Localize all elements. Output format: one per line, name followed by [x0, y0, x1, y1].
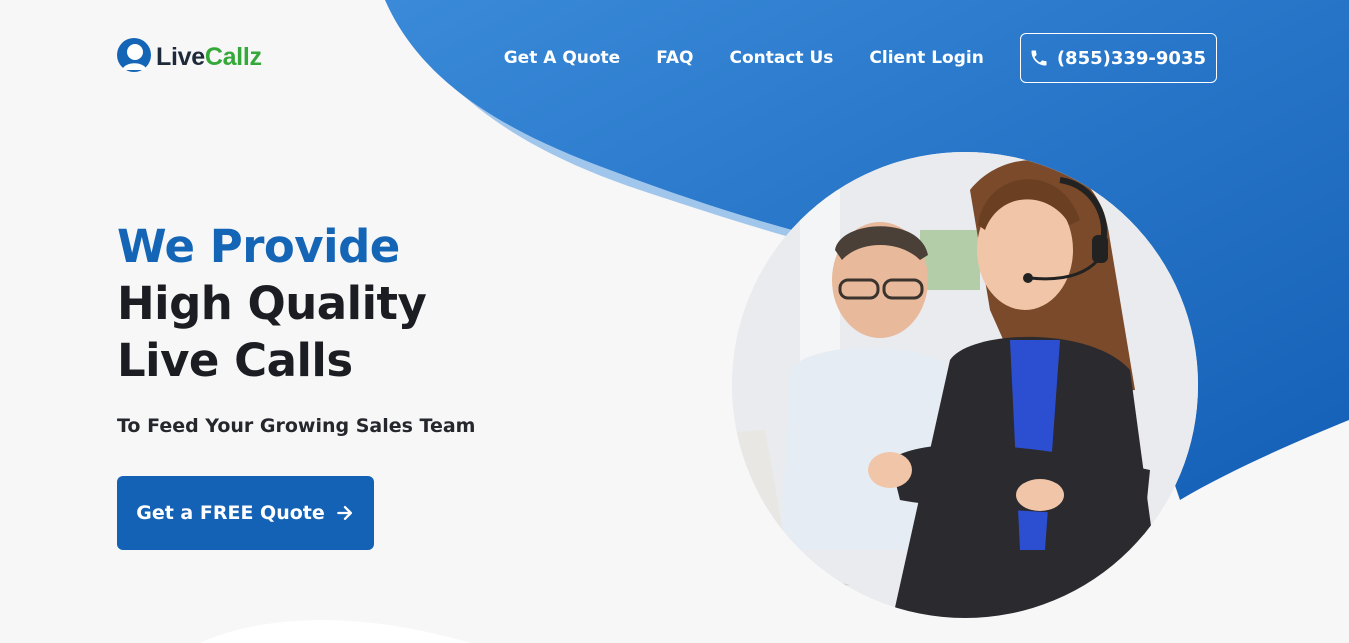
- arrow-right-icon: [336, 506, 352, 520]
- main-nav: Get A Quote FAQ Contact Us Client Login …: [504, 33, 1217, 83]
- get-free-quote-button[interactable]: Get a FREE Quote: [117, 476, 374, 550]
- hero-line-1: We Provide: [117, 220, 400, 273]
- logo[interactable]: LiveCallz: [116, 37, 262, 77]
- logo-text-callz: Callz: [204, 42, 262, 71]
- phone-button[interactable]: (855)339-9035: [1019, 33, 1217, 83]
- hero-line-2: High Quality: [117, 277, 427, 330]
- logo-text-live: Live: [156, 42, 205, 71]
- nav-client-login[interactable]: Client Login: [869, 48, 983, 68]
- headset-person-icon: [117, 38, 151, 72]
- phone-number: (855)339-9035: [1056, 47, 1206, 69]
- nav-get-a-quote[interactable]: Get A Quote: [504, 48, 621, 68]
- nav-contact-us[interactable]: Contact Us: [730, 48, 834, 68]
- hero-subtitle: To Feed Your Growing Sales Team: [117, 415, 476, 437]
- nav-faq[interactable]: FAQ: [656, 48, 693, 68]
- hero-image-call-agents: [732, 152, 1198, 618]
- phone-icon: [1031, 50, 1047, 66]
- hero-line-3: Live Calls: [117, 334, 353, 387]
- cta-label: Get a FREE Quote: [136, 502, 325, 524]
- hero-heading: We Provide High Quality Live Calls: [117, 218, 427, 389]
